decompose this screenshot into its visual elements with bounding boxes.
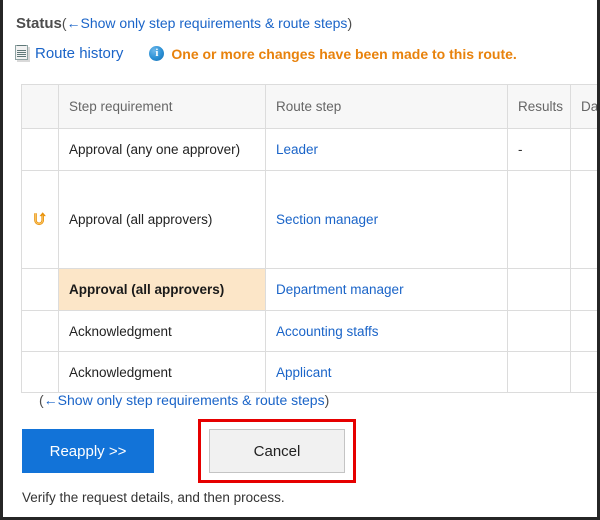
date-cell (570, 310, 597, 352)
date-cell (570, 170, 597, 269)
row-marker-cell (21, 351, 59, 393)
table-header-row: Step requirement Route step Results Date (21, 84, 597, 129)
row-marker-cell (21, 128, 59, 171)
results-cell: - (507, 128, 571, 171)
results-cell (507, 170, 571, 269)
route-step-cell: Applicant (265, 351, 508, 393)
step-requirement-cell: Approval (any one approver) (58, 128, 266, 171)
date-cell (570, 128, 597, 171)
page-title: Status (16, 15, 62, 32)
uturn-arrow-icon (32, 211, 49, 228)
table-row: Acknowledgment Applicant (21, 351, 597, 393)
reapply-button[interactable]: Reapply >> (22, 429, 154, 473)
left-arrow-icon-bottom: ← (43, 392, 58, 408)
table-row: Approval (all approvers) Department mana… (21, 268, 597, 311)
action-button-row: Reapply >> Cancel (22, 419, 356, 483)
table-row: Approval (all approvers) Section manager (21, 170, 597, 269)
cancel-button[interactable]: Cancel (209, 429, 345, 473)
step-requirement-cell: Acknowledgment (58, 351, 266, 393)
results-cell (507, 268, 571, 311)
table-row: Acknowledgment Accounting staffs (21, 310, 597, 352)
route-step-link[interactable]: Section manager (276, 212, 378, 227)
close-paren: ) (347, 15, 353, 31)
row-marker-cell (21, 170, 59, 269)
results-cell (507, 351, 571, 393)
column-header-route-step: Route step (265, 84, 508, 129)
close-paren-bottom: ) (324, 392, 330, 408)
page-frame: Status (←Show only step requirements & ro… (0, 0, 600, 520)
document-icon (15, 45, 30, 62)
results-cell (507, 310, 571, 352)
step-requirement-cell: Acknowledgment (58, 310, 266, 352)
route-table-wrapper: Step requirement Route step Results Date… (21, 84, 597, 393)
route-history-link[interactable]: Route history (35, 45, 123, 62)
route-step-cell: Department manager (265, 268, 508, 311)
route-step-link[interactable]: Applicant (276, 365, 332, 380)
route-history-row: Route history i One or more changes have… (15, 45, 517, 62)
cancel-highlight-box: Cancel (198, 419, 356, 483)
route-step-link[interactable]: Department manager (276, 282, 404, 297)
route-step-cell: Leader (265, 128, 508, 171)
date-cell (570, 351, 597, 393)
bottom-toggle-line: (←Show only step requirements & route st… (39, 392, 329, 409)
column-header-results: Results (507, 84, 571, 129)
route-change-notice: One or more changes have been made to th… (171, 45, 517, 62)
route-step-cell: Section manager (265, 170, 508, 269)
column-header-date: Date (570, 84, 597, 129)
show-only-steps-link-top[interactable]: Show only step requirements & route step… (81, 15, 348, 31)
route-step-cell: Accounting staffs (265, 310, 508, 352)
row-marker-cell (21, 268, 59, 311)
route-step-link[interactable]: Accounting staffs (276, 324, 379, 339)
column-header-step-requirement: Step requirement (58, 84, 266, 129)
route-step-link[interactable]: Leader (276, 142, 318, 157)
route-table-body: Approval (any one approver) Leader - App… (21, 128, 597, 393)
footer-note: Verify the request details, and then pro… (22, 490, 285, 505)
show-only-steps-link-bottom[interactable]: Show only step requirements & route step… (58, 392, 325, 408)
status-header: Status(←Show only step requirements & ro… (16, 14, 352, 33)
column-header-marker (21, 84, 59, 129)
table-row: Approval (any one approver) Leader - (21, 128, 597, 171)
step-requirement-cell: Approval (all approvers) (58, 170, 266, 269)
left-arrow-icon: ← (66, 15, 81, 31)
info-icon: i (149, 46, 165, 61)
step-requirement-cell-current: Approval (all approvers) (58, 268, 266, 311)
route-table: Step requirement Route step Results Date… (21, 84, 597, 393)
date-cell (570, 268, 597, 311)
row-marker-cell (21, 310, 59, 352)
